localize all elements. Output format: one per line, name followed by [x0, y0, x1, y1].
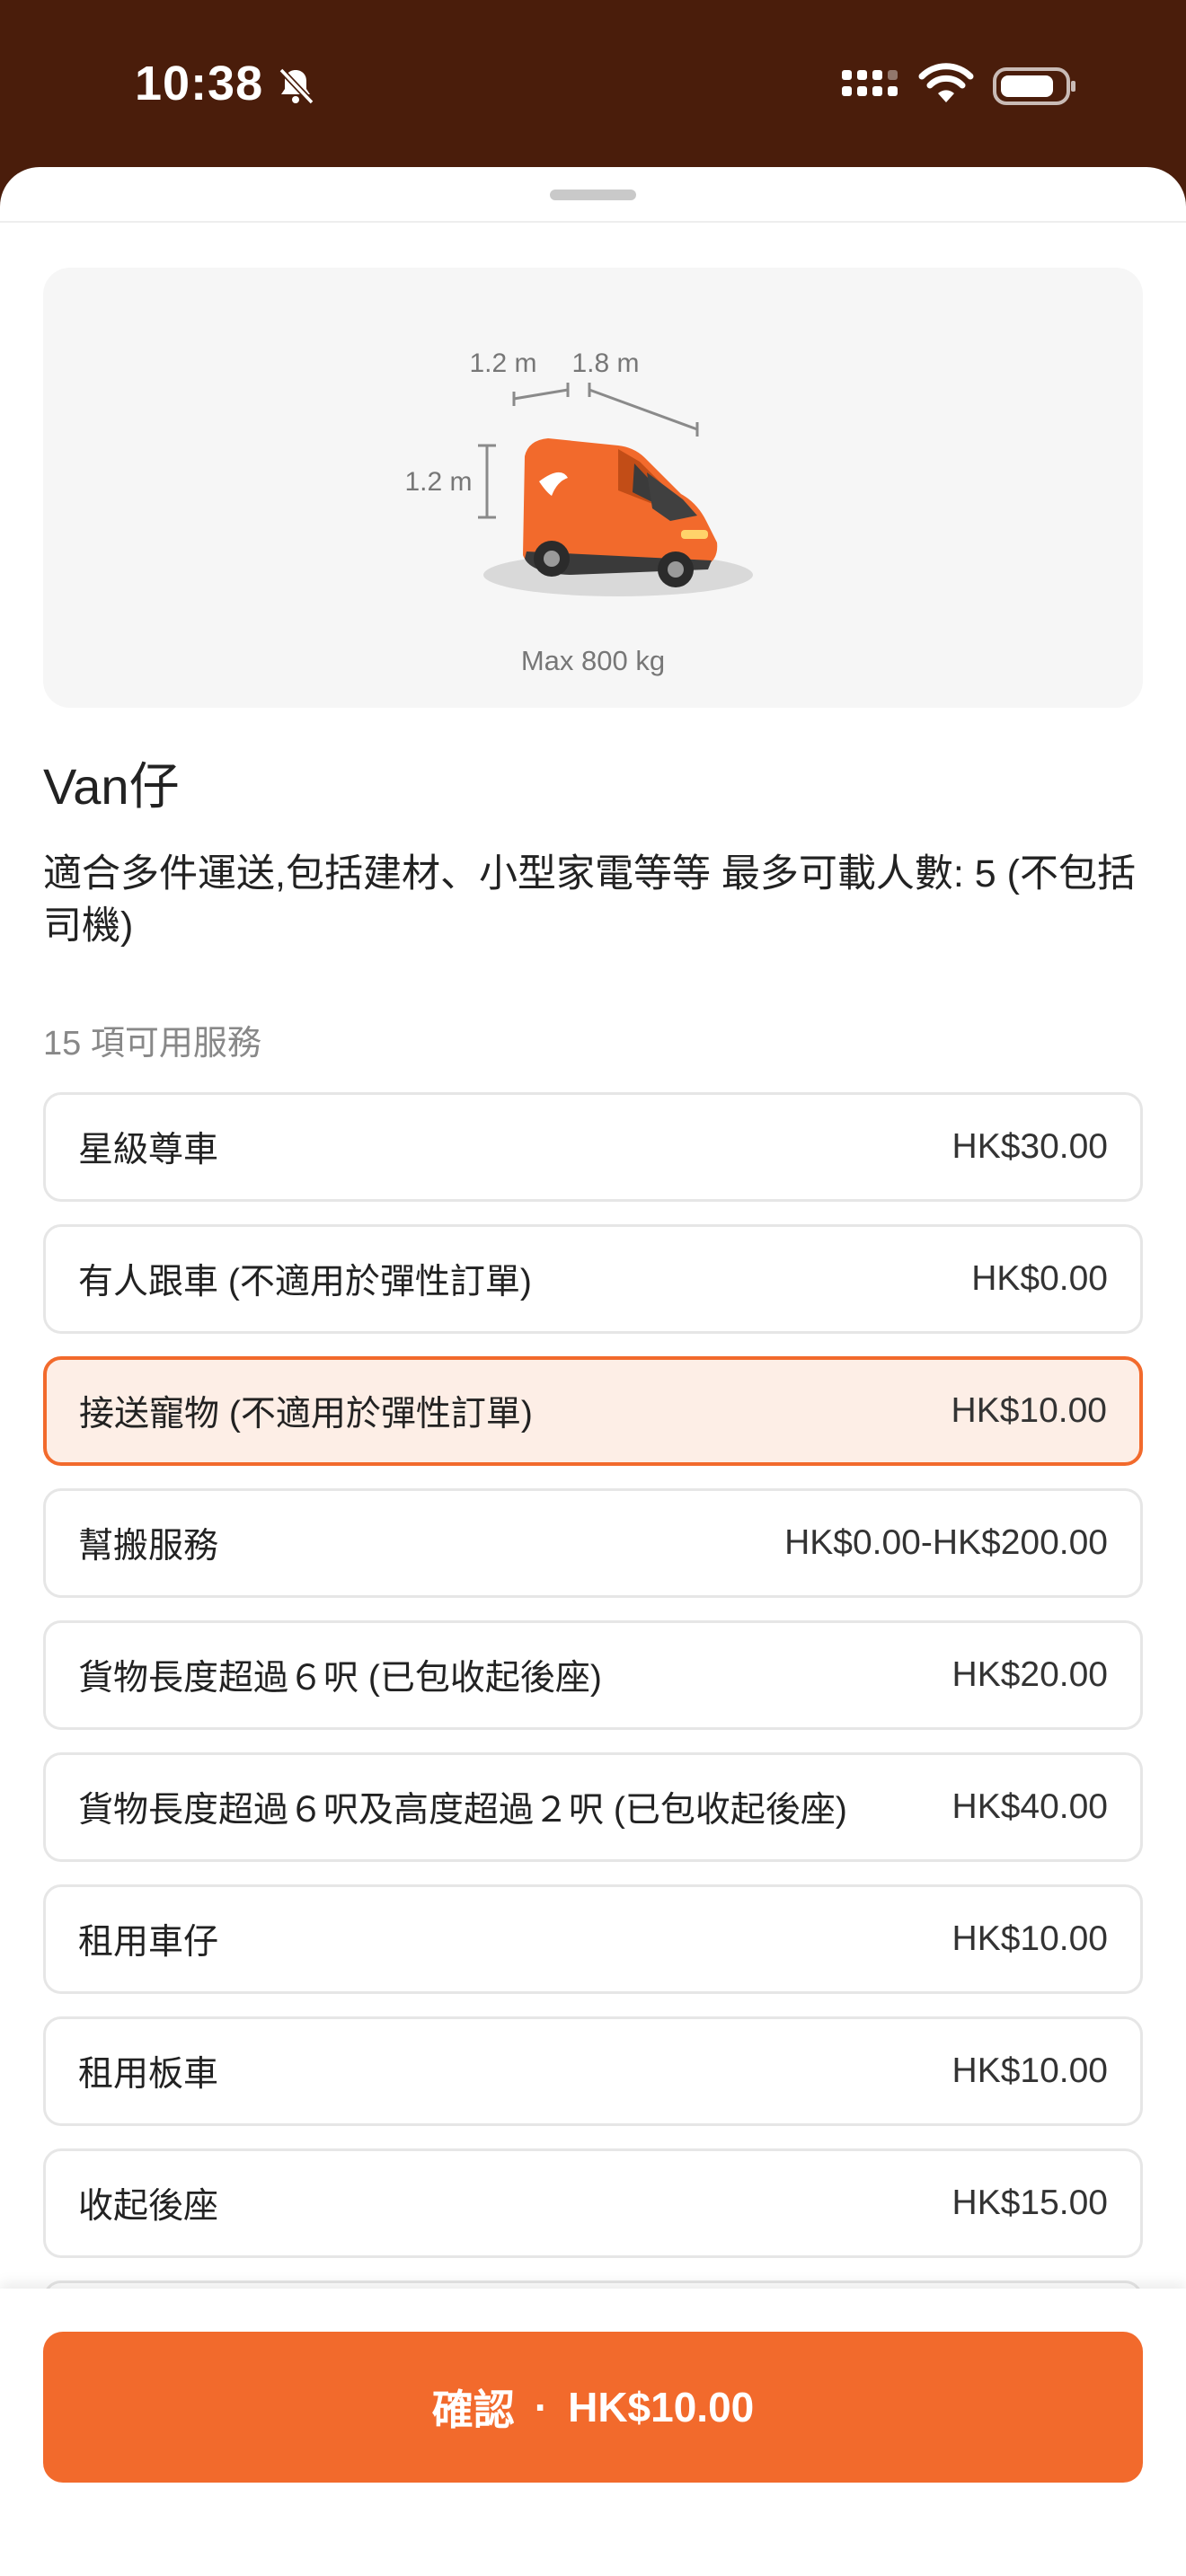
service-option-star-car[interactable]: 星級尊車 HK$30.00: [43, 1092, 1143, 1202]
vehicle-description: 適合多件運送,包括建材、小型家電等等 最多可載人數: 5 (不包括司機): [43, 852, 1136, 948]
confirm-total: HK$10.00: [568, 2384, 755, 2430]
van-illustration: 1.2 m 1.8 m 1.2 m: [404, 348, 753, 596]
service-name: 幫搬服務: [78, 1527, 219, 1566]
service-sheet: 1.2 m 1.8 m 1.2 m Max 800 kg Van仔 適合多件運送…: [0, 167, 1186, 2576]
service-price: HK$0.00: [971, 1259, 1108, 1298]
service-option-moving-help[interactable]: 幫搬服務 HK$0.00-HK$200.00: [43, 1488, 1143, 1598]
sheet-grabber[interactable]: [550, 190, 636, 200]
vehicle-name: Van仔: [43, 758, 180, 815]
service-price: HK$20.00: [951, 1655, 1108, 1694]
service-option-escort[interactable]: 有人跟車 (不適用於彈性訂單) HK$0.00: [43, 1224, 1143, 1334]
service-option-long-tall-goods[interactable]: 貨物長度超過６呎及高度超過２呎 (已包收起後座) HK$40.00: [43, 1752, 1143, 1862]
confirm-separator: ·: [534, 2384, 549, 2430]
service-price: HK$10.00: [951, 2051, 1108, 2090]
signal-icon: [842, 70, 898, 96]
service-name: 租用車仔: [78, 1923, 219, 1962]
service-option-long-goods[interactable]: 貨物長度超過６呎 (已包收起後座) HK$20.00: [43, 1620, 1143, 1730]
services-count: 15 項可用服務: [43, 1025, 261, 1063]
vehicle-card: 1.2 m 1.8 m 1.2 m Max 800 kg: [43, 268, 1143, 708]
service-name: 收起後座: [78, 2187, 219, 2226]
service-option-rent-flatbed[interactable]: 租用板車 HK$10.00: [43, 2016, 1143, 2126]
service-name: 租用板車: [78, 2055, 219, 2094]
home-indicator-area: [0, 2506, 1186, 2576]
status-bar: 10:38: [0, 0, 1186, 171]
service-name: 有人跟車 (不適用於彈性訂單): [78, 1263, 532, 1301]
service-price: HK$15.00: [951, 2183, 1108, 2222]
service-price: HK$10.00: [951, 1391, 1107, 1430]
service-option-rent-trolley[interactable]: 租用車仔 HK$10.00: [43, 1884, 1143, 1994]
divider: [0, 221, 1186, 223]
dim-height-label: 1.2 m: [404, 467, 472, 497]
confirm-label: 確認: [431, 2386, 515, 2433]
service-name: 貨物長度超過６呎 (已包收起後座): [78, 1659, 602, 1698]
service-name: 貨物長度超過６呎及高度超過２呎 (已包收起後座): [78, 1791, 847, 1830]
dim-width-label: 1.2 m: [469, 348, 536, 378]
service-name: 星級尊車: [78, 1131, 219, 1169]
status-time: 10:38: [135, 57, 264, 110]
service-price: HK$0.00-HK$200.00: [784, 1523, 1108, 1562]
bell-off-icon: [279, 67, 314, 105]
max-load-label: Max 800 kg: [520, 645, 666, 676]
service-name: 接送寵物 (不適用於彈性訂單): [79, 1395, 533, 1434]
service-price: HK$10.00: [951, 1919, 1108, 1958]
service-price: HK$30.00: [951, 1127, 1108, 1166]
service-option-pet-transport[interactable]: 接送寵物 (不適用於彈性訂單) HK$10.00: [43, 1356, 1143, 1466]
dim-length-label: 1.8 m: [571, 348, 639, 378]
confirm-button[interactable]: 確認 · HK$10.00: [43, 2332, 1143, 2483]
wifi-icon: [918, 63, 974, 102]
service-price: HK$40.00: [951, 1787, 1108, 1826]
battery-icon: [993, 67, 1075, 105]
service-option-fold-rear-seats[interactable]: 收起後座 HK$15.00: [43, 2148, 1143, 2258]
